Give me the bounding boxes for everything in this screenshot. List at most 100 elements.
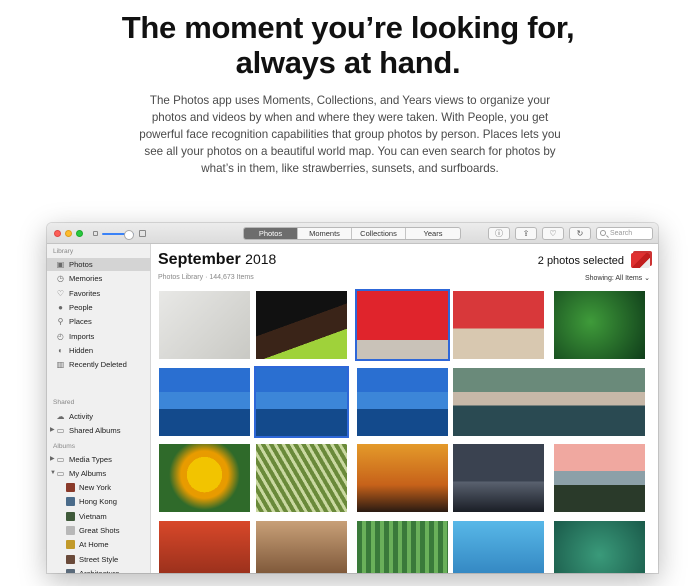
showing-filter[interactable]: Showing: All Items ⌄: [585, 274, 650, 282]
photo-thumbnail[interactable]: [453, 521, 544, 573]
tab-years[interactable]: Years: [406, 228, 460, 239]
photo-thumbnail[interactable]: [256, 291, 347, 359]
photo-thumbnail[interactable]: [357, 444, 448, 512]
sidebar-item-imports[interactable]: ◴ Imports: [47, 330, 151, 343]
tab-collections[interactable]: Collections: [352, 228, 406, 239]
month-label: September: [158, 251, 241, 268]
album-thumbnail: [66, 483, 75, 492]
rotate-icon: ↻: [576, 229, 584, 238]
sidebar-item-at-home[interactable]: At Home: [47, 538, 151, 551]
sidebar-item-label: Street Style: [79, 554, 119, 564]
sidebar-item-label: Places: [69, 317, 92, 327]
minimize-button[interactable]: [65, 230, 72, 237]
sidebar-item-label: Vietnam: [79, 511, 107, 521]
photos-window: Photos Moments Collections Years ⓘ ⇪ ♡ ↻…: [47, 223, 658, 573]
sidebar-item-hong-kong[interactable]: Hong Kong: [47, 495, 151, 508]
sidebar-item-label: Recently Deleted: [69, 360, 127, 370]
zoom-slider[interactable]: [102, 230, 134, 240]
photo-thumbnail[interactable]: [357, 521, 448, 573]
sidebar-header-shared: Shared: [53, 399, 75, 406]
showing-label: Showing: All Items: [584, 275, 643, 282]
search-input[interactable]: Search: [596, 227, 653, 240]
share-button[interactable]: ⇪: [515, 227, 537, 240]
favorite-button[interactable]: ♡: [542, 227, 564, 240]
info-button[interactable]: ⓘ: [488, 227, 510, 240]
photo-thumbnail[interactable]: [159, 291, 250, 359]
photo-thumbnail[interactable]: [159, 444, 250, 512]
sidebar-item-my-albums[interactable]: ▼ ▭ My Albums: [47, 467, 151, 480]
chevron-down-icon: ⌄: [642, 275, 650, 282]
headline-line-2: always at hand.: [235, 45, 461, 80]
photo-thumbnail[interactable]: [554, 521, 645, 573]
headline-line-1: The moment you’re looking for,: [121, 10, 575, 45]
album-thumbnail: [66, 511, 75, 521]
share-icon: ⇪: [522, 229, 530, 238]
album-thumbnail: [66, 525, 75, 535]
fullscreen-button[interactable]: [76, 230, 83, 237]
info-icon: ⓘ: [495, 229, 503, 238]
sidebar-item-label: Activity: [69, 412, 94, 421]
sidebar-item-people[interactable]: ● People: [47, 301, 151, 314]
sidebar-item-new-york[interactable]: New York: [47, 481, 151, 494]
disclosure-closed-icon[interactable]: ▶: [50, 453, 55, 466]
photo-thumbnail[interactable]: [254, 366, 349, 438]
folder-icon: ▭: [56, 426, 65, 436]
photo-thumbnail[interactable]: [453, 368, 645, 436]
photo-thumbnail[interactable]: [355, 289, 450, 361]
sidebar-item-memories[interactable]: ◷ Memories: [47, 272, 151, 285]
clock-icon: ◴: [57, 331, 64, 341]
tab-photos[interactable]: Photos: [244, 228, 298, 239]
sidebar-item-label: Photos: [69, 260, 93, 269]
trash-icon: ▥: [56, 360, 65, 370]
photo-thumbnail[interactable]: [554, 291, 645, 359]
photo-library: September 2018 Photos Library · 144,673 …: [152, 244, 658, 573]
disclosure-closed-icon[interactable]: ▶: [50, 424, 55, 437]
sidebar-item-label: Favorites: [69, 288, 101, 298]
person-icon: ●: [58, 302, 63, 312]
sidebar-item-favorites[interactable]: ♡ Favorites: [47, 287, 151, 300]
sidebar-item-label: My Albums: [69, 469, 107, 479]
search-icon: [600, 230, 606, 236]
close-button[interactable]: [54, 230, 61, 237]
sidebar-item-media-types[interactable]: ▶ ▭ Media Types: [47, 453, 151, 466]
headline: The moment you’re looking for, always at…: [0, 10, 696, 80]
page-title: September 2018: [158, 251, 276, 269]
sidebar-item-label: Media Types: [69, 455, 112, 464]
sidebar-header-library: Library: [53, 248, 74, 255]
sidebar-item-recently-deleted[interactable]: ▥ Recently Deleted: [47, 358, 151, 371]
sidebar-item-label: Great Shots: [79, 525, 120, 535]
tab-moments[interactable]: Moments: [298, 228, 352, 239]
sidebar-item-places[interactable]: ⚲ Places: [47, 315, 151, 328]
sidebar-item-hidden[interactable]: ◐ Hidden: [47, 344, 151, 357]
sidebar-item-label: Shared Albums: [69, 426, 121, 436]
photo-thumbnail[interactable]: [159, 368, 250, 436]
zoom-in-icon[interactable]: [139, 230, 146, 237]
sidebar-item-shared-albums[interactable]: ▶ ▭ Shared Albums: [47, 424, 151, 437]
sidebar-item-street-style[interactable]: Street Style: [47, 553, 151, 566]
titlebar: Photos Moments Collections Years ⓘ ⇪ ♡ ↻…: [47, 223, 658, 244]
sidebar-item-label: Imports: [69, 331, 95, 341]
photo-thumbnail[interactable]: [554, 444, 645, 512]
zoom-out-icon[interactable]: [93, 231, 98, 236]
sidebar-item-activity[interactable]: ☁ Activity: [47, 410, 151, 423]
sidebar-item-architecture[interactable]: Architecture: [47, 567, 151, 573]
sidebar-item-label: People: [69, 302, 93, 312]
photo-thumbnail[interactable]: [159, 521, 250, 573]
sidebar-item-label: New York: [79, 483, 112, 492]
photo-thumbnail[interactable]: [256, 521, 347, 573]
sidebar-item-label: At Home: [79, 540, 109, 550]
photo-thumbnail[interactable]: [256, 444, 347, 512]
rotate-button[interactable]: ↻: [569, 227, 591, 240]
view-tabs: Photos Moments Collections Years: [243, 227, 461, 240]
sidebar: Library ▣ Photos ◷ Memories ♡ Favorites ● Peopl…: [47, 244, 151, 573]
photos-icon: ▣: [56, 260, 65, 269]
album-thumbnail: [66, 554, 75, 564]
sidebar-item-photos[interactable]: ▣ Photos: [47, 258, 151, 271]
sidebar-item-label: Hidden: [69, 345, 94, 355]
photo-thumbnail[interactable]: [357, 368, 448, 436]
photo-thumbnail[interactable]: [453, 444, 544, 512]
sidebar-item-great-shots[interactable]: Great Shots: [47, 524, 151, 537]
selected-stack-thumbnail[interactable]: [631, 253, 650, 268]
photo-thumbnail[interactable]: [453, 291, 544, 359]
sidebar-item-vietnam[interactable]: Vietnam: [47, 510, 151, 523]
